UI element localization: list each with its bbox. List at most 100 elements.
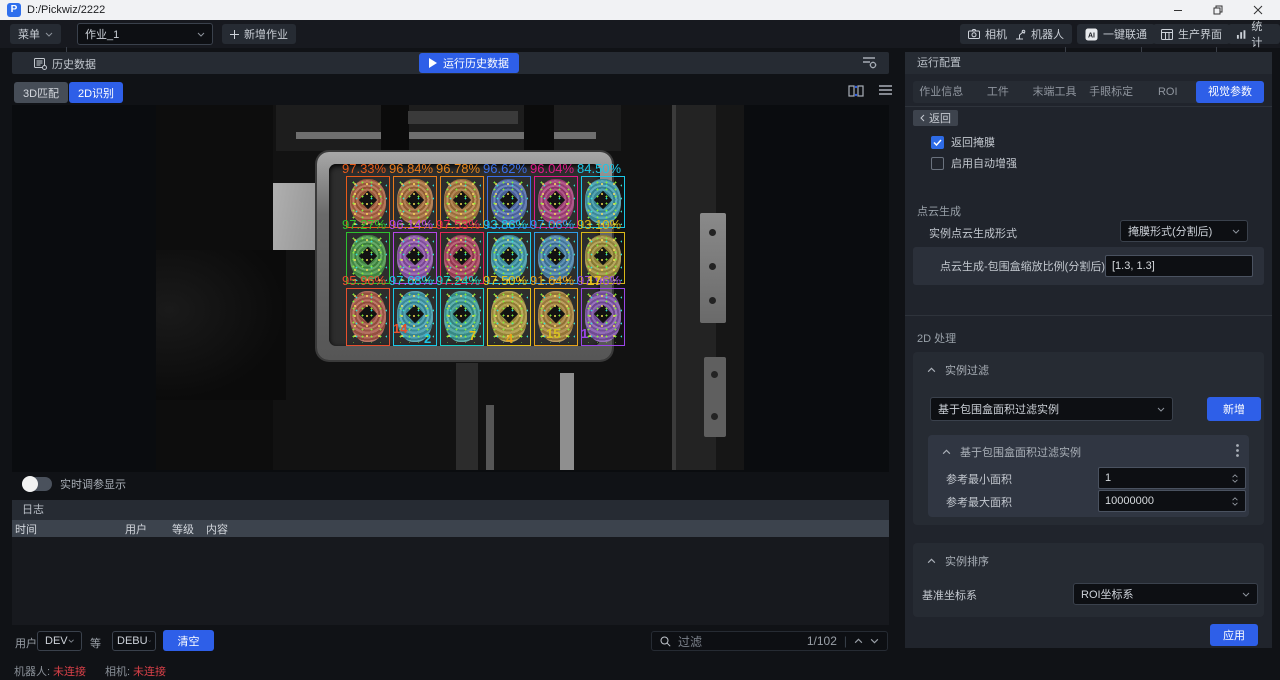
tab-vision-params[interactable]: 视觉参数 [1196, 81, 1264, 103]
bar-chart-icon [1236, 29, 1246, 40]
detection-score: 91.64% [530, 273, 574, 288]
camera-image[interactable]: 97.33%96.84%96.78%96.62%96.04%84.50%97.2… [156, 105, 744, 470]
bbox-filter-header[interactable]: 基于包围盒面积过滤实例 [928, 435, 1249, 460]
back-button[interactable]: 返回 [913, 110, 958, 126]
ai-link-button[interactable]: AI 一键联通 [1077, 24, 1155, 44]
status-bar: 机器人: 未连接 相机: 未连接 [0, 658, 1280, 680]
detection-score: 84.50% [577, 161, 621, 176]
instance-id-label: 17 [587, 273, 601, 288]
tab-job-info[interactable]: 作业信息 [913, 81, 970, 103]
return-mask-checkbox[interactable] [931, 136, 944, 149]
robot-button[interactable]: 机器人 [1007, 24, 1072, 44]
log-clear-button[interactable]: 清空 [163, 630, 214, 651]
realtime-toggle-row: 实时调参显示 [22, 476, 126, 492]
log-col-content: 内容 [206, 521, 228, 537]
max-area-label: 参考最大面积 [946, 494, 1012, 510]
log-col-level: 等级 [172, 521, 206, 537]
return-mask-row: 返回掩膜 [931, 134, 995, 150]
tab-3d-match[interactable]: 3D匹配 [14, 82, 68, 103]
pc-gen-select[interactable]: 掩膜形式(分割后) [1120, 220, 1248, 242]
instance-id-label: 14 [393, 321, 407, 336]
pc-gen-label: 实例点云生成形式 [929, 225, 1017, 241]
add-filter-button[interactable]: 新增 [1207, 397, 1261, 421]
chevron-up-icon [927, 558, 936, 564]
detection-score: 97.27% [342, 217, 386, 232]
log-controls: 用户 DEV 等 DEBU 清空 过滤 1/102 | [12, 630, 889, 652]
robot-status-label: 机器人: [14, 663, 50, 679]
log-filter-box[interactable]: 过滤 1/102 | [651, 631, 888, 651]
tab-workpiece[interactable]: 工件 [970, 81, 1027, 103]
play-icon [429, 58, 437, 68]
display-settings-icon[interactable] [861, 55, 877, 69]
instance-id-label: 4 [506, 331, 513, 346]
max-area-input[interactable]: 10000000 [1098, 490, 1246, 512]
minimize-button[interactable] [1162, 0, 1194, 20]
job-select[interactable]: 作业_1 [77, 23, 213, 45]
tab-hand-eye[interactable]: 手眼标定 [1083, 81, 1140, 103]
min-area-input[interactable]: 1 [1098, 467, 1246, 489]
log-col-time: 时间 [12, 521, 125, 537]
camera-status-value: 未连接 [133, 663, 166, 679]
tab-roi[interactable]: ROI [1139, 81, 1196, 103]
log-body[interactable] [12, 537, 889, 625]
stats-button[interactable]: 统计 [1228, 24, 1280, 44]
run-history-button[interactable]: 运行历史数据 [419, 53, 519, 73]
robot-icon [1015, 29, 1026, 40]
instance-id-label: 2 [424, 331, 431, 346]
spinner[interactable] [1231, 474, 1239, 483]
main-menu-button[interactable]: 菜单 [10, 24, 61, 44]
instance-filter-header[interactable]: 实例过滤 [913, 352, 1264, 378]
log-level-select[interactable]: DEBU [112, 631, 156, 651]
next-match-icon[interactable] [870, 638, 879, 644]
chevron-down-icon [148, 639, 151, 643]
log-filter-placeholder: 过滤 [678, 633, 800, 650]
instance-sort-header[interactable]: 实例排序 [913, 543, 1264, 569]
close-button[interactable] [1242, 0, 1274, 20]
pointcloud-section-label: 点云生成 [917, 203, 961, 219]
realtime-toggle[interactable] [22, 477, 52, 491]
detection-box: 97.24% [440, 288, 484, 346]
detection-score: 97.24% [436, 273, 480, 288]
chevron-up-icon [927, 367, 936, 373]
filter-type-select[interactable]: 基于包围盒面积过滤实例 [930, 397, 1173, 421]
auto-enhance-checkbox[interactable] [931, 157, 944, 170]
camera-icon [968, 29, 980, 39]
kebab-menu-icon[interactable] [1236, 444, 1239, 457]
window-title: D:/Pickwiz/2222 [27, 0, 105, 20]
history-data-icon [34, 58, 47, 70]
tab-end-tool[interactable]: 末端工具 [1026, 81, 1083, 103]
compare-view-icon[interactable] [848, 84, 864, 98]
chevron-left-icon [920, 114, 925, 122]
prev-match-icon[interactable] [854, 638, 863, 644]
spinner[interactable] [1231, 497, 1239, 506]
chevron-up-icon [942, 449, 951, 455]
auto-enhance-row: 启用自动增强 [931, 155, 1017, 171]
detection-box: 95.96% [346, 288, 390, 346]
production-ui-button[interactable]: 生产界面 [1153, 24, 1230, 44]
pc-scale-input[interactable]: [1.3, 1.3] [1105, 255, 1253, 277]
new-job-button[interactable]: 新增作业 [222, 24, 296, 44]
restore-button[interactable] [1202, 0, 1234, 20]
run-config-title: 运行配置 [905, 52, 1272, 74]
log-user-select[interactable]: DEV [37, 631, 82, 651]
detection-score: 97.50% [483, 273, 527, 288]
apply-button[interactable]: 应用 [1210, 624, 1258, 646]
instance-id-label: 1 [581, 326, 588, 341]
menu-bar: 菜单 作业_1 新增作业 相机 机器人 AI 一键联通 生产界面 统计 [0, 20, 1280, 48]
detection-score: 95.96% [342, 273, 386, 288]
bbox-area-filter-subpanel: 基于包围盒面积过滤实例 参考最小面积 1 参考最大面积 10000000 [928, 435, 1249, 517]
view-toolbar [848, 84, 893, 98]
log-panel-title: 日志 [12, 500, 889, 520]
mask-dots [349, 291, 387, 343]
check-icon [933, 139, 942, 146]
history-data-label: 历史数据 [34, 56, 96, 72]
ai-icon: AI [1085, 28, 1098, 41]
tab-2d-recognition[interactable]: 2D识别 [69, 82, 123, 103]
instance-id-label: 15 [546, 326, 560, 341]
detection-overlay: 97.33%96.84%96.78%96.62%96.04%84.50%97.2… [156, 105, 744, 470]
instance-id-label: 7 [469, 328, 476, 343]
config-tab-bar: 作业信息 工件 末端工具 手眼标定 ROI 视觉参数 [913, 81, 1264, 103]
min-area-label: 参考最小面积 [946, 471, 1012, 487]
menu-list-icon[interactable] [878, 84, 893, 96]
base-coord-select[interactable]: ROI坐标系 [1073, 583, 1258, 605]
